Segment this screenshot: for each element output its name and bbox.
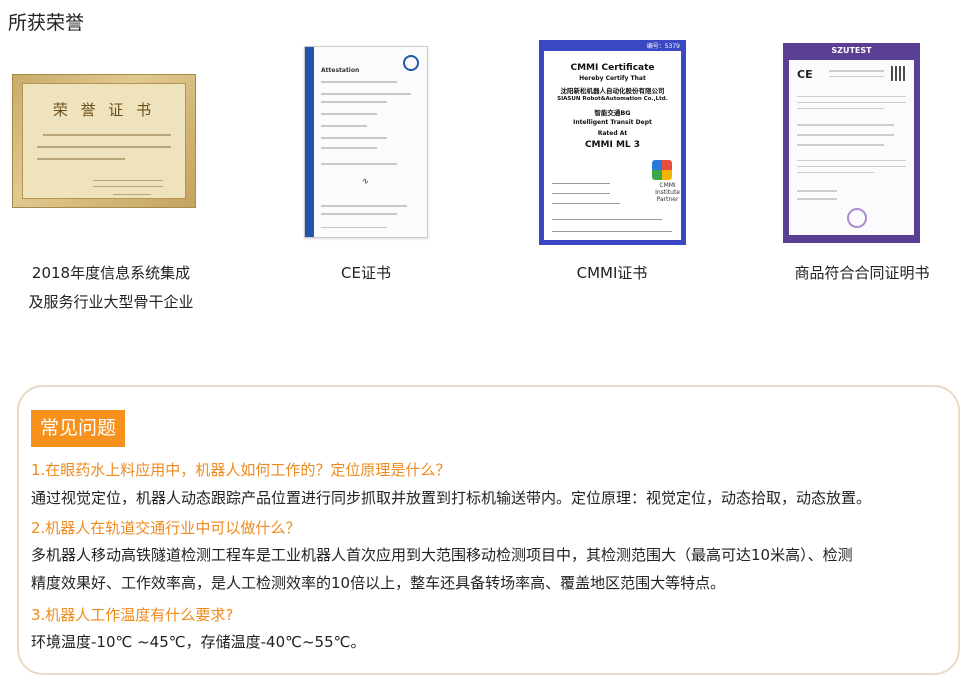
text-line <box>43 134 171 136</box>
text-line <box>321 93 411 95</box>
certificate-line: Hereby Certify That <box>579 75 646 82</box>
text-line <box>797 144 884 146</box>
certificate-caption: CE证书 <box>266 259 466 288</box>
caption-line: CMMI证书 <box>576 264 648 282</box>
text-line <box>797 160 906 161</box>
text-line <box>552 183 610 184</box>
certificate-caption: CMMI证书 <box>512 259 712 288</box>
certificate-caption: 2018年度信息系统集成 及服务行业大型骨干企业 <box>0 259 222 317</box>
text-line <box>321 125 367 127</box>
text-line <box>797 108 884 109</box>
ce-certificate-image[interactable]: Attestation ∿ <box>304 46 428 238</box>
text-line <box>37 146 171 148</box>
certificate-line: Intelligent Transit Dept <box>573 119 652 126</box>
certificate-line: 智能交通BG <box>594 109 631 117</box>
faq-question: 2.机器人在轨道交通行业中可以做什么？ <box>31 519 301 537</box>
text-line <box>113 194 151 195</box>
caption-line: 及服务行业大型骨干企业 <box>28 293 194 311</box>
faq-question: 1.在眼药水上料应用中，机器人如何工作的？定位原理是什么？ <box>31 461 451 479</box>
text-line <box>321 81 397 83</box>
text-line <box>321 163 397 165</box>
certificate-inner-panel: 荣 誉 证 书 <box>22 83 186 199</box>
text-line <box>552 193 610 194</box>
text-line <box>797 102 906 103</box>
certifier-logo-icon <box>403 55 419 71</box>
text-line <box>321 213 397 215</box>
section-title: 所获荣誉 <box>8 12 85 34</box>
text-line <box>829 70 884 72</box>
text-line <box>321 113 377 115</box>
side-stripe <box>305 47 314 237</box>
text-line <box>321 101 387 103</box>
text-line <box>321 227 387 228</box>
certificate-inner-panel: CE <box>789 60 914 235</box>
cmmi-logo-text: CMMI Institute Partner <box>655 182 680 203</box>
text-line <box>797 198 837 200</box>
certificate-line: SIASUN Robot&Automation Co.,Ltd. <box>557 96 668 102</box>
certificate-inner-panel: CMMI Certificate Hereby Certify That 沈阳新… <box>544 51 681 240</box>
seal-icon <box>847 208 867 228</box>
caption-line: CE证书 <box>341 264 391 282</box>
caption-line: 2018年度信息系统集成 <box>31 264 191 282</box>
faq-title: 常见问题 <box>31 410 126 447</box>
faq-answer: 环境温度-10℃ ~45℃，存储温度-40℃~55℃。 <box>31 633 366 651</box>
certificate-caption: 商品符合合同证明书 <box>762 259 960 288</box>
signature-mark: ∿ <box>361 177 369 187</box>
qr-code-icon <box>891 66 906 81</box>
text-line <box>797 166 906 167</box>
text-line <box>93 186 163 187</box>
logo-text-line: Partner <box>656 196 679 203</box>
ce-mark-icon: CE <box>797 68 813 81</box>
logo-text-line: Institute <box>655 189 680 196</box>
certificate-title: CMMI Certificate <box>570 63 655 73</box>
certificate-line: Rated At <box>597 130 628 137</box>
certificate-heading: 荣 誉 证 书 <box>52 101 156 119</box>
text-line <box>321 205 407 207</box>
text-line <box>321 147 377 149</box>
faq-answer-line: 多机器人移动高铁隧道检测工程车是工业机器人首次应用到大范围移动检测项目中，其检测… <box>31 546 853 564</box>
text-line <box>797 190 837 192</box>
faq-answer-line: 精度效果好、工作效率高，是人工检测效率的10倍以上，整车还具备转场率高、覆盖地区… <box>31 574 726 592</box>
faq-question: 3.机器人工作温度有什么要求? <box>31 606 234 624</box>
text-line <box>797 96 906 97</box>
text-line <box>829 76 884 77</box>
text-line <box>37 158 125 160</box>
faq-answer: 通过视觉定位，机器人动态跟踪产品位置进行同步抓取并放置到打标机输送带内。定位原理… <box>31 489 872 507</box>
cmmi-logo-icon <box>652 160 672 180</box>
cmmi-certificate-image[interactable]: 编号：5379 CMMI Certificate Hereby Certify … <box>539 40 686 245</box>
text-line <box>797 124 894 126</box>
text-line <box>552 219 662 220</box>
caption-line: 商品符合合同证明书 <box>794 264 930 282</box>
certificate-level: CMMI ML 3 <box>584 140 641 150</box>
certificate-heading: Attestation <box>321 67 360 74</box>
certifier-brand: SZUTEST <box>831 46 872 55</box>
text-line <box>321 137 387 139</box>
szutest-certificate-image[interactable]: SZUTEST CE <box>783 43 920 243</box>
text-line <box>552 203 620 204</box>
faq-answer: 多机器人移动高铁隧道检测工程车是工业机器人首次应用到大范围移动检测项目中，其检测… <box>31 541 941 597</box>
text-line <box>797 134 894 136</box>
text-line <box>93 180 163 181</box>
certificate-number: 编号：5379 <box>646 43 680 50</box>
logo-text-line: CMMI <box>659 182 676 189</box>
certificate-line: 沈阳新松机器人自动化股份有限公司 <box>560 87 665 95</box>
text-line <box>797 172 874 173</box>
honor-certificate-image[interactable]: 荣 誉 证 书 <box>12 74 196 208</box>
text-line <box>552 231 672 232</box>
